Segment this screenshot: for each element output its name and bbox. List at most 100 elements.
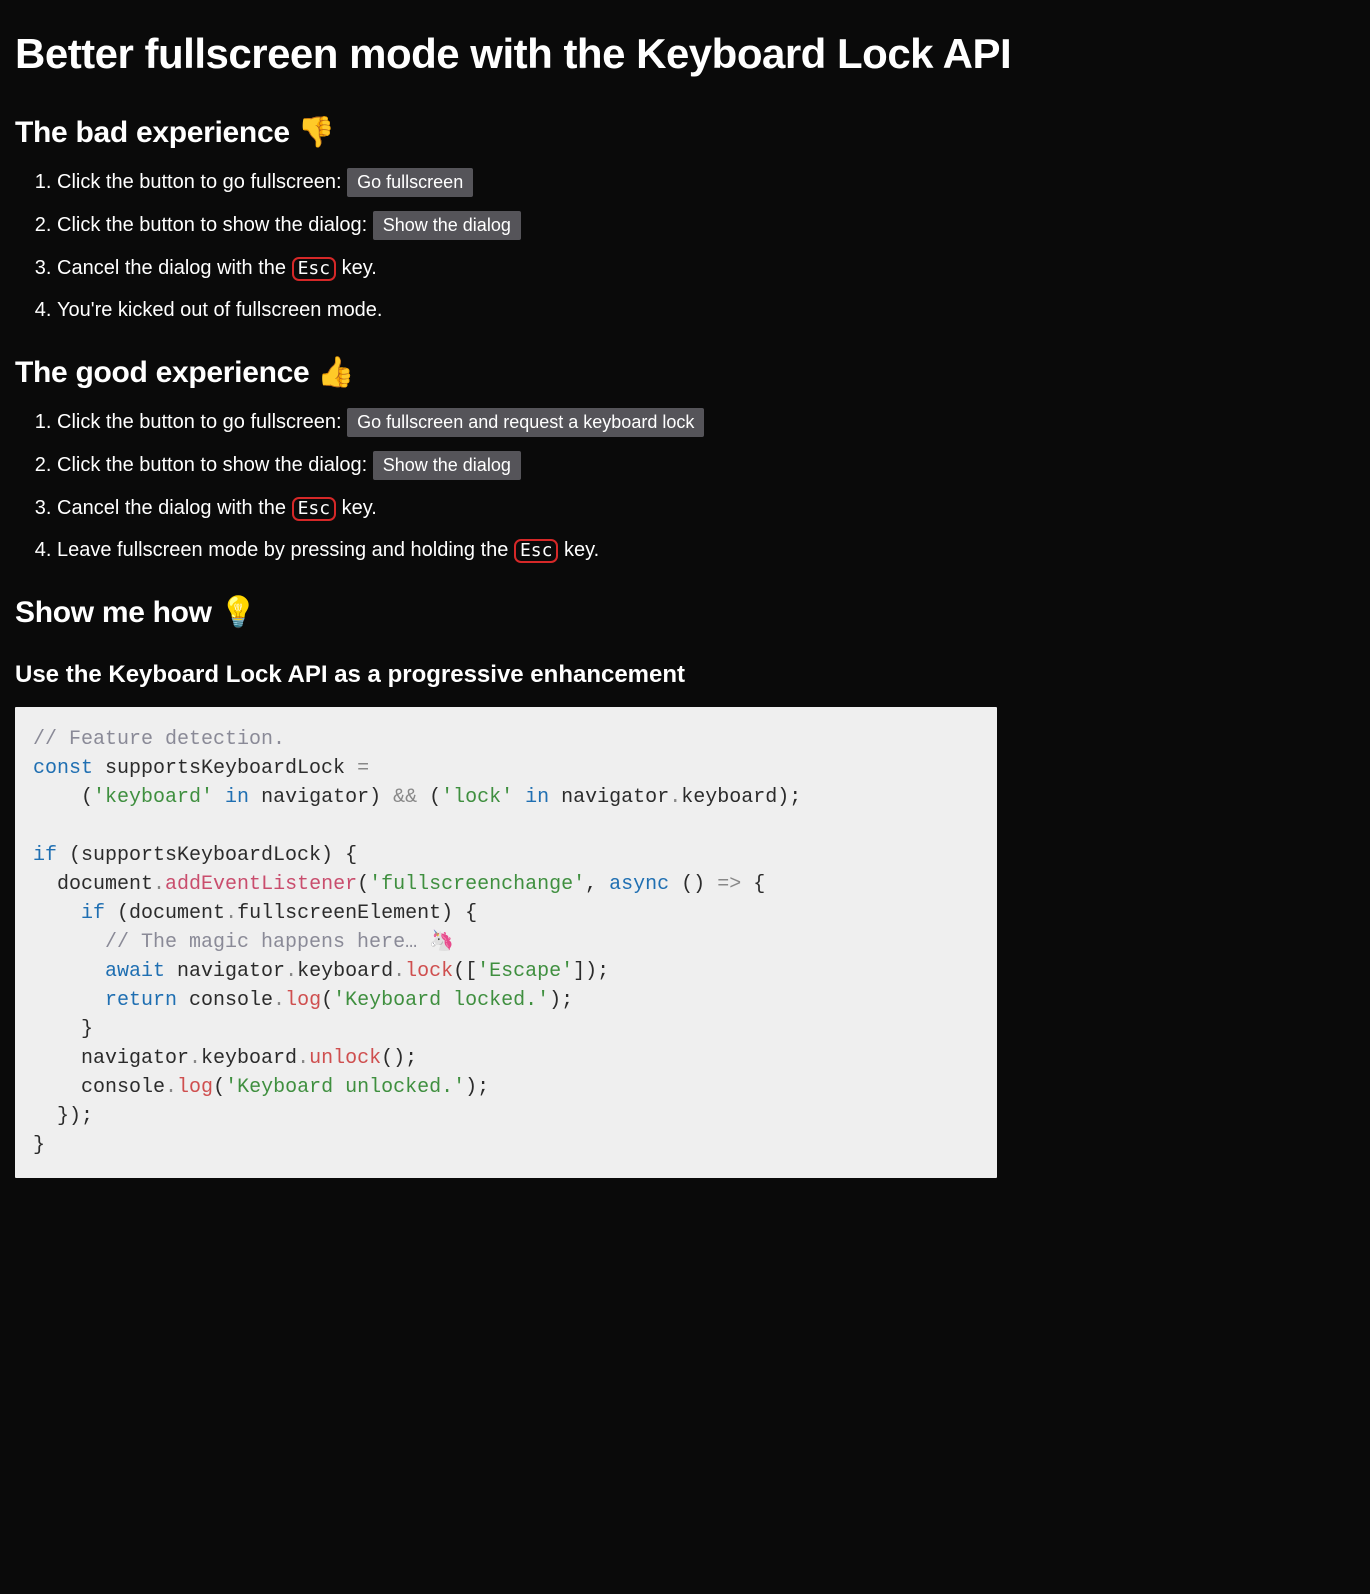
- code-block: // Feature detection. const supportsKeyb…: [15, 707, 997, 1178]
- step-text: Click the button to show the dialog:: [57, 214, 373, 236]
- show-dialog-button[interactable]: Show the dialog: [373, 451, 521, 480]
- list-item: You're kicked out of fullscreen mode.: [57, 296, 1355, 324]
- code-text: (: [33, 786, 93, 809]
- code-string: 'fullscreenchange': [369, 873, 585, 896]
- code-text: {: [741, 873, 765, 896]
- code-keyword: in: [213, 786, 261, 809]
- step-text: Click the button to go fullscreen:: [57, 411, 347, 433]
- esc-key: Esc: [292, 257, 337, 282]
- code-string: 'lock': [441, 786, 513, 809]
- code-method: log: [177, 1076, 213, 1099]
- step-text: key.: [336, 497, 377, 519]
- code-text: console: [177, 989, 273, 1012]
- code-text: (: [417, 786, 441, 809]
- code-text: ]);: [573, 960, 609, 983]
- code-text: document: [33, 873, 153, 896]
- code-string: 'keyboard': [93, 786, 213, 809]
- show-dialog-button[interactable]: Show the dialog: [373, 211, 521, 240]
- code-text: navigator: [261, 786, 369, 809]
- heading-good-experience: The good experience 👍: [15, 352, 1355, 394]
- list-item: Click the button to show the dialog: Sho…: [57, 211, 1355, 240]
- good-steps-list: Click the button to go fullscreen: Go fu…: [15, 408, 1355, 564]
- code-method: log: [285, 989, 321, 1012]
- list-item: Click the button to go fullscreen: Go fu…: [57, 408, 1355, 437]
- code-text: keyboard: [297, 960, 393, 983]
- code-text: navigator: [165, 960, 285, 983]
- step-text: Cancel the dialog with the: [57, 497, 292, 519]
- code-text: (: [321, 989, 333, 1012]
- code-text: (): [669, 873, 717, 896]
- code-text: });: [33, 1105, 93, 1128]
- code-text: (: [213, 1076, 225, 1099]
- step-text: Click the button to show the dialog:: [57, 454, 373, 476]
- list-item: Click the button to go fullscreen: Go fu…: [57, 168, 1355, 197]
- code-text: ,: [585, 873, 609, 896]
- code-text: [33, 960, 105, 983]
- esc-key: Esc: [292, 497, 337, 522]
- list-item: Cancel the dialog with the Esc key.: [57, 494, 1355, 522]
- code-string: 'Escape': [477, 960, 573, 983]
- code-method: lock: [405, 960, 453, 983]
- code-text: }: [33, 1134, 45, 1157]
- code-operator: .: [669, 786, 681, 809]
- code-operator: =>: [717, 873, 741, 896]
- code-text: (: [357, 873, 369, 896]
- code-operator: .: [165, 1076, 177, 1099]
- code-text: (document: [105, 902, 225, 925]
- code-text: navigator: [33, 1047, 189, 1070]
- step-text: Cancel the dialog with the: [57, 257, 292, 279]
- code-text: ();: [381, 1047, 417, 1070]
- list-item: Cancel the dialog with the Esc key.: [57, 254, 1355, 282]
- code-keyword: const: [33, 757, 93, 780]
- code-method: addEventListener: [165, 873, 357, 896]
- code-operator: .: [297, 1047, 309, 1070]
- code-operator: .: [273, 989, 285, 1012]
- code-operator: &&: [393, 786, 417, 809]
- code-text: [33, 902, 81, 925]
- step-text: Leave fullscreen mode by pressing and ho…: [57, 539, 514, 561]
- code-text: ) {: [441, 902, 477, 925]
- code-method: unlock: [309, 1047, 381, 1070]
- step-text: key.: [558, 539, 599, 561]
- step-text: key.: [336, 257, 377, 279]
- go-fullscreen-lock-button[interactable]: Go fullscreen and request a keyboard loc…: [347, 408, 704, 437]
- step-text: Click the button to go fullscreen:: [57, 171, 347, 193]
- code-operator: .: [189, 1047, 201, 1070]
- code-text: keyboard: [201, 1047, 297, 1070]
- code-text: console: [33, 1076, 165, 1099]
- code-text: [33, 989, 105, 1012]
- code-text: ([: [453, 960, 477, 983]
- heading-show-me-how: Show me how 💡: [15, 592, 1355, 634]
- bad-steps-list: Click the button to go fullscreen: Go fu…: [15, 168, 1355, 324]
- code-keyword: if: [81, 902, 105, 925]
- code-keyword: if: [33, 844, 57, 867]
- code-text: ): [369, 786, 393, 809]
- code-text: );: [777, 786, 801, 809]
- code-comment: // Feature detection.: [33, 728, 285, 751]
- heading-bad-experience: The bad experience 👎: [15, 112, 1355, 154]
- code-operator: .: [393, 960, 405, 983]
- code-text: [33, 931, 105, 954]
- code-operator: =: [357, 757, 369, 780]
- code-keyword: await: [105, 960, 165, 983]
- list-item: Leave fullscreen mode by pressing and ho…: [57, 536, 1355, 564]
- code-operator: .: [285, 960, 297, 983]
- code-operator: .: [153, 873, 165, 896]
- code-keyword: in: [513, 786, 561, 809]
- code-comment: // The magic happens here… 🦄: [105, 931, 454, 954]
- code-text: );: [465, 1076, 489, 1099]
- code-text: keyboard: [681, 786, 777, 809]
- code-text: (supportsKeyboardLock) {: [57, 844, 357, 867]
- subheading-progressive-enhancement: Use the Keyboard Lock API as a progressi…: [15, 658, 1355, 692]
- code-string: 'Keyboard unlocked.': [225, 1076, 465, 1099]
- code-keyword: return: [105, 989, 177, 1012]
- code-keyword: async: [609, 873, 669, 896]
- code-text: supportsKeyboardLock: [93, 757, 357, 780]
- go-fullscreen-button[interactable]: Go fullscreen: [347, 168, 473, 197]
- code-text: );: [549, 989, 573, 1012]
- esc-key: Esc: [514, 539, 559, 564]
- code-string: 'Keyboard locked.': [333, 989, 549, 1012]
- step-text: You're kicked out of fullscreen mode.: [57, 299, 383, 321]
- list-item: Click the button to show the dialog: Sho…: [57, 451, 1355, 480]
- code-text: navigator: [561, 786, 669, 809]
